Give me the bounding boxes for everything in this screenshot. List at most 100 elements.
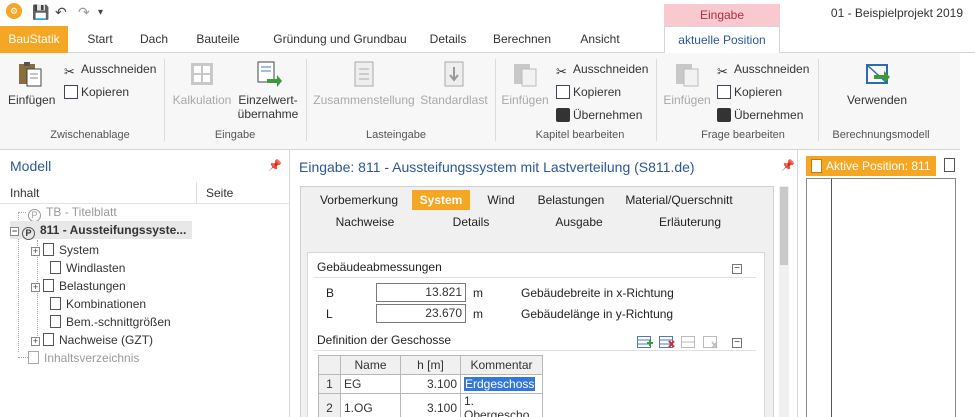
- pin-icon[interactable]: 📌: [268, 159, 282, 172]
- paste-icon: [19, 62, 42, 87]
- tab-nachweise[interactable]: Nachweise: [331, 212, 399, 232]
- column-header-h[interactable]: h [m]: [400, 355, 461, 375]
- frage-uebernehmen-button[interactable]: Übernehmen: [717, 105, 803, 125]
- add-row-icon[interactable]: [637, 336, 653, 349]
- cell-kommentar[interactable]: Erdgeschoss: [460, 374, 543, 394]
- einzelwertuebernahme-button[interactable]: Einzelwert-übernahme: [236, 59, 300, 121]
- tree-item-bem-schnittgroessen[interactable]: Bem.-schnittgrößen: [50, 313, 171, 331]
- tab-erlaeuterung[interactable]: Erläuterung: [655, 212, 725, 232]
- kapitel-ausschneiden-button[interactable]: ✂ Ausschneiden: [556, 59, 648, 79]
- pin-icon[interactable]: 📌: [781, 159, 795, 172]
- tab-system[interactable]: System: [412, 190, 470, 210]
- cell-h[interactable]: 3.100: [400, 393, 461, 417]
- customize-quickaccess-icon[interactable]: ▾: [98, 7, 103, 18]
- document-icon[interactable]: [944, 158, 955, 172]
- tab-bauteile[interactable]: Bauteile: [187, 26, 249, 53]
- row-number[interactable]: 1: [318, 374, 341, 394]
- row-number[interactable]: 2: [318, 393, 341, 417]
- clear-table-icon[interactable]: [703, 336, 719, 349]
- section-divider: [314, 277, 756, 278]
- table-row[interactable]: 2 1.OG 3.100 1. Obergescho: [318, 393, 543, 417]
- tree-item-belastungen[interactable]: + Belastungen: [31, 277, 126, 295]
- frage-ausschneiden-button[interactable]: ✂ Ausschneiden: [717, 59, 809, 79]
- tab-gruendung[interactable]: Gründung und Grundbau: [262, 26, 418, 53]
- tab-start[interactable]: Start: [79, 26, 121, 53]
- frage-ausschneiden-label: Ausschneiden: [734, 62, 810, 76]
- scissors-icon: ✂: [556, 64, 567, 79]
- einfuegen-label: Einfügen: [8, 93, 56, 107]
- ribbon-separator: [164, 59, 165, 141]
- active-position-label: Aktive Position: 811: [826, 159, 931, 173]
- delete-row-icon[interactable]: [659, 336, 675, 349]
- tab-wind[interactable]: Wind: [481, 190, 521, 210]
- kapitel-uebernehmen-button[interactable]: Übernehmen: [556, 105, 642, 125]
- tab-ausgabe[interactable]: Ausgabe: [553, 212, 605, 232]
- tab-details[interactable]: Details: [449, 212, 493, 232]
- tab-material-querschnitt[interactable]: Material/Querschnitt: [619, 190, 739, 210]
- ribbon-separator: [306, 59, 307, 141]
- tab-baustatik[interactable]: BauStatik: [0, 26, 68, 53]
- tab-vorbemerkung[interactable]: Vorbemerkung: [317, 190, 401, 210]
- cell-h[interactable]: 3.100: [400, 374, 461, 394]
- form-scrollbar-thumb[interactable]: [780, 187, 788, 265]
- compilation-icon: [354, 61, 374, 87]
- column-header-name[interactable]: Name: [340, 355, 401, 375]
- active-position-tab[interactable]: Aktive Position: 811: [806, 156, 936, 176]
- input-l[interactable]: 23.670: [376, 304, 466, 323]
- tree-item-kombinationen[interactable]: Kombinationen: [50, 295, 146, 313]
- tree-item-inhaltsverzeichnis[interactable]: Inhaltsverzeichnis: [28, 349, 139, 367]
- collapse-section-icon[interactable]: −: [732, 264, 742, 274]
- document-preview[interactable]: [806, 178, 956, 417]
- cell-name[interactable]: 1.OG: [340, 393, 401, 417]
- expand-icon[interactable]: +: [31, 337, 40, 346]
- tree-item-titelblatt[interactable]: P TB - Titelblatt: [28, 203, 117, 222]
- tree-item-windlasten[interactable]: Windlasten: [50, 259, 125, 277]
- tab-ansicht[interactable]: Ansicht: [571, 26, 629, 53]
- scissors-icon: ✂: [64, 64, 75, 79]
- zusammenstellung-button[interactable]: Zusammenstellung: [312, 59, 416, 107]
- verwenden-button[interactable]: Verwenden: [842, 59, 912, 107]
- kapitel-ausschneiden-label: Ausschneiden: [573, 62, 649, 76]
- tree-item-811[interactable]: − P 811 - Aussteifungssyste...: [10, 221, 193, 240]
- group-label-frage: Frage bearbeiten: [701, 129, 785, 141]
- tab-berechnen[interactable]: Berechnen: [488, 26, 556, 53]
- collapse-section-icon[interactable]: −: [732, 338, 742, 348]
- tab-belastungen[interactable]: Belastungen: [535, 190, 607, 210]
- frage-kopieren-button[interactable]: Kopieren: [717, 82, 782, 102]
- redo-icon[interactable]: ↷: [78, 4, 90, 21]
- expand-icon[interactable]: +: [31, 283, 40, 292]
- kapitel-einfuegen-button[interactable]: Einfügen: [500, 59, 550, 107]
- tree-item-label: Nachweise (GZT): [59, 333, 154, 347]
- cell-kommentar[interactable]: 1. Obergescho: [460, 393, 543, 417]
- column-divider: [196, 182, 197, 204]
- tab-dach[interactable]: Dach: [133, 26, 175, 53]
- kapitel-kopieren-button[interactable]: Kopieren: [556, 82, 621, 102]
- tree-item-nachweise[interactable]: + Nachweise (GZT): [31, 331, 153, 349]
- label-b: B: [326, 286, 335, 300]
- kalkulation-button[interactable]: Kalkulation: [170, 59, 234, 107]
- column-header-kommentar[interactable]: Kommentar: [460, 355, 543, 375]
- tab-details[interactable]: Details: [425, 26, 471, 53]
- group-label-eingabe: Eingabe: [214, 129, 256, 141]
- document-icon: [811, 159, 822, 173]
- calculator-icon: [191, 63, 213, 85]
- table-row[interactable]: 1 EG 3.100 Erdgeschoss: [318, 374, 543, 394]
- expand-icon[interactable]: +: [31, 247, 40, 256]
- ausschneiden-button[interactable]: ✂ Ausschneiden: [64, 59, 156, 79]
- undo-icon[interactable]: ↶: [55, 4, 67, 21]
- frage-einfuegen-button[interactable]: Einfügen: [662, 59, 712, 107]
- collapse-icon[interactable]: −: [10, 227, 19, 236]
- standardlast-button[interactable]: Standardlast: [418, 59, 490, 107]
- input-b[interactable]: 13.821: [376, 283, 466, 302]
- kopieren-button[interactable]: Kopieren: [64, 82, 129, 102]
- column-header-inhalt[interactable]: Inhalt: [10, 186, 39, 200]
- cell-name[interactable]: EG: [340, 374, 401, 394]
- einfuegen-button[interactable]: Einfügen: [8, 59, 56, 107]
- copy-row-icon[interactable]: [681, 336, 697, 349]
- tree-item-system[interactable]: + System: [31, 241, 99, 259]
- tab-aktuelle-position[interactable]: aktuelle Position: [664, 26, 780, 53]
- page-icon: [43, 243, 54, 256]
- column-header-seite[interactable]: Seite: [206, 186, 233, 200]
- paste-icon: [676, 64, 699, 87]
- save-icon[interactable]: 💾: [32, 4, 49, 21]
